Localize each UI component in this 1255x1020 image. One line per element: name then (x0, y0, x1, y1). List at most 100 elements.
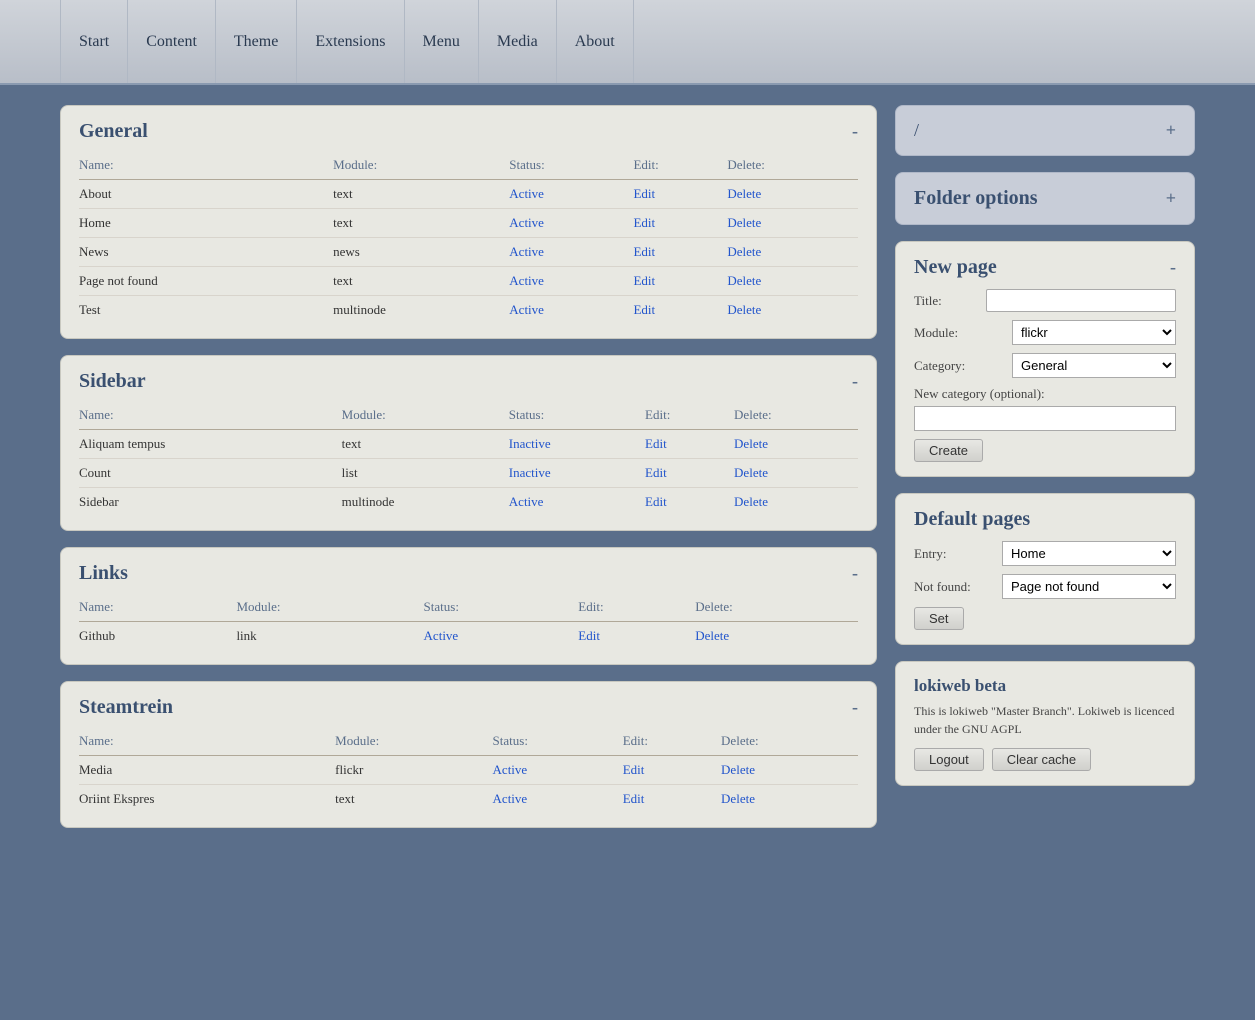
general-col-edit: Edit: (633, 153, 727, 180)
delete-link[interactable]: Delete (727, 273, 761, 288)
new-category-input[interactable] (914, 406, 1176, 431)
delete-link[interactable]: Delete (727, 186, 761, 201)
edit-link[interactable]: Edit (623, 762, 645, 777)
path-panel-toggle[interactable]: + (1166, 120, 1176, 141)
row-name: Oriint Ekspres (79, 785, 335, 814)
module-select[interactable]: flickr text news link list multinode (1012, 320, 1176, 345)
row-delete[interactable]: Delete (727, 267, 858, 296)
category-select[interactable]: General Sidebar Links Steamtrein (1012, 353, 1176, 378)
row-delete[interactable]: Delete (727, 238, 858, 267)
new-page-toggle[interactable]: - (1170, 257, 1176, 278)
row-delete[interactable]: Delete (734, 459, 858, 488)
table-row: Count list Inactive Edit Delete (79, 459, 858, 488)
row-module: list (342, 459, 509, 488)
delete-link[interactable]: Delete (727, 244, 761, 259)
table-row: Github link Active Edit Delete (79, 622, 858, 651)
beta-actions: Logout Clear cache (914, 748, 1176, 771)
nav-content[interactable]: Content (128, 0, 216, 83)
row-status: Inactive (509, 430, 645, 459)
row-status: Active (493, 785, 623, 814)
row-delete[interactable]: Delete (734, 430, 858, 459)
row-delete[interactable]: Delete (727, 180, 858, 209)
row-name: Aliquam tempus (79, 430, 342, 459)
edit-link[interactable]: Edit (633, 215, 655, 230)
row-edit[interactable]: Edit (633, 296, 727, 325)
edit-link[interactable]: Edit (633, 273, 655, 288)
nav-media[interactable]: Media (479, 0, 557, 83)
row-edit[interactable]: Edit (623, 756, 721, 785)
set-button[interactable]: Set (914, 607, 964, 630)
nav-start[interactable]: Start (60, 0, 128, 83)
delete-link[interactable]: Delete (734, 465, 768, 480)
module-label: Module: (914, 325, 1004, 341)
row-edit[interactable]: Edit (645, 488, 734, 517)
not-found-row: Not found: Home About News Page not foun… (914, 574, 1176, 599)
right-column: / + Folder options + New page - Title: M… (895, 105, 1195, 828)
sidebar-panel-header: Sidebar - (79, 370, 858, 393)
row-edit[interactable]: Edit (645, 430, 734, 459)
title-label: Title: (914, 293, 978, 309)
table-row: About text Active Edit Delete (79, 180, 858, 209)
delete-link[interactable]: Delete (727, 215, 761, 230)
new-page-panel: New page - Title: Module: flickr text ne… (895, 241, 1195, 477)
row-name: Github (79, 622, 236, 651)
row-edit[interactable]: Edit (645, 459, 734, 488)
nav-theme[interactable]: Theme (216, 0, 297, 83)
row-module: text (335, 785, 492, 814)
delete-link[interactable]: Delete (734, 436, 768, 451)
title-input[interactable] (986, 289, 1176, 312)
steamtrein-panel-toggle[interactable]: - (852, 697, 858, 718)
row-delete[interactable]: Delete (727, 296, 858, 325)
delete-link[interactable]: Delete (695, 628, 729, 643)
edit-link[interactable]: Edit (645, 494, 667, 509)
delete-link[interactable]: Delete (721, 762, 755, 777)
row-delete[interactable]: Delete (727, 209, 858, 238)
row-delete[interactable]: Delete (734, 488, 858, 517)
title-row: Title: (914, 289, 1176, 312)
edit-link[interactable]: Edit (623, 791, 645, 806)
edit-link[interactable]: Edit (645, 465, 667, 480)
sidebar-panel-toggle[interactable]: - (852, 371, 858, 392)
sidebar-col-name: Name: (79, 403, 342, 430)
row-edit[interactable]: Edit (623, 785, 721, 814)
sidebar-col-status: Status: (509, 403, 645, 430)
row-module: multinode (333, 296, 509, 325)
edit-link[interactable]: Edit (578, 628, 600, 643)
delete-link[interactable]: Delete (734, 494, 768, 509)
row-edit[interactable]: Edit (633, 209, 727, 238)
edit-link[interactable]: Edit (633, 244, 655, 259)
main-content: General - Name: Module: Status: Edit: De… (0, 85, 1255, 848)
row-name: Media (79, 756, 335, 785)
nav-about[interactable]: About (557, 0, 634, 83)
entry-select[interactable]: Home About News Page not found Test (1002, 541, 1176, 566)
nav-menu[interactable]: Menu (405, 0, 479, 83)
general-panel-toggle[interactable]: - (852, 121, 858, 142)
row-edit[interactable]: Edit (633, 180, 727, 209)
general-col-module: Module: (333, 153, 509, 180)
row-edit[interactable]: Edit (633, 238, 727, 267)
links-col-module: Module: (236, 595, 423, 622)
logout-button[interactable]: Logout (914, 748, 984, 771)
nav-extensions[interactable]: Extensions (297, 0, 404, 83)
clear-cache-button[interactable]: Clear cache (992, 748, 1091, 771)
row-status: Active (509, 209, 633, 238)
delete-link[interactable]: Delete (727, 302, 761, 317)
row-delete[interactable]: Delete (695, 622, 858, 651)
general-panel-title: General (79, 120, 148, 143)
delete-link[interactable]: Delete (721, 791, 755, 806)
row-delete[interactable]: Delete (721, 756, 858, 785)
edit-link[interactable]: Edit (645, 436, 667, 451)
folder-options-toggle[interactable]: + (1166, 188, 1176, 209)
edit-link[interactable]: Edit (633, 302, 655, 317)
row-status: Active (493, 756, 623, 785)
row-delete[interactable]: Delete (721, 785, 858, 814)
row-edit[interactable]: Edit (578, 622, 695, 651)
beta-title: lokiweb beta (914, 676, 1176, 696)
row-edit[interactable]: Edit (633, 267, 727, 296)
edit-link[interactable]: Edit (633, 186, 655, 201)
links-panel-toggle[interactable]: - (852, 563, 858, 584)
module-row: Module: flickr text news link list multi… (914, 320, 1176, 345)
not-found-select[interactable]: Home About News Page not found Test (1002, 574, 1176, 599)
create-button[interactable]: Create (914, 439, 983, 462)
row-status: Active (509, 238, 633, 267)
